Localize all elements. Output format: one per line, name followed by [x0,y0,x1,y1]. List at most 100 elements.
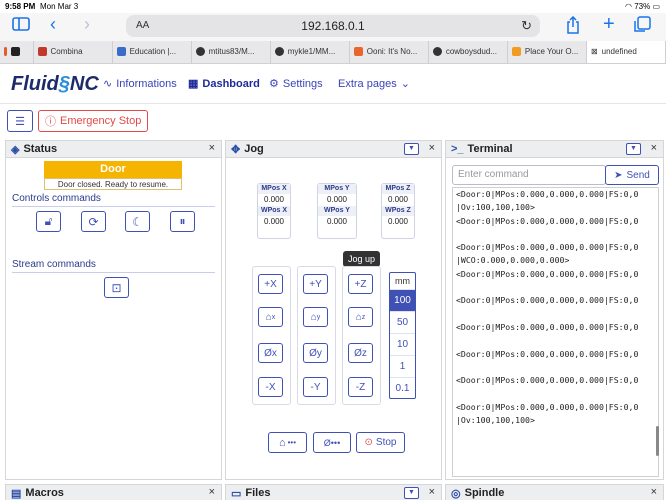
tab-label: Education |... [129,47,177,56]
home-z-button[interactable]: ⌂ z [348,307,373,327]
wifi-icon: ◠ [624,2,632,11]
tab-overview-icon[interactable] [634,16,651,38]
sleep-button[interactable]: ☾ [125,211,150,232]
jog-y-plus-button[interactable]: +Y [303,274,328,294]
panel-title: Jog [244,143,264,155]
panel-title: Spindle [464,487,505,499]
collapse-button[interactable]: ▼ [404,143,419,155]
list-icon: ☰ [15,115,25,128]
terminal-line: |WCO:0.000,0.000,0.000> [456,255,570,266]
browser-tab[interactable]: Education |... [113,41,192,63]
home-x-button[interactable]: ⌂ x [258,307,283,327]
terminal-line: <Door:0|MPos:0.000,0.000,0.000|FS:0,0 [456,348,639,359]
files-panel-header: ▭ Files ▼ × [226,485,441,500]
pause-button[interactable]: ⏸︎ [170,211,195,232]
reload-icon[interactable]: ↻ [521,18,532,34]
tab-label: mykle1/MM... [287,47,336,56]
home-all-button[interactable]: ⌂ ••• [268,432,307,453]
step-option[interactable]: 1 [390,356,415,378]
unlock-button[interactable]: 🔓︎ [36,211,61,232]
step-option[interactable]: 0.1 [390,378,415,400]
zero-z-button[interactable]: Øz [348,343,373,363]
nav-extra-pages[interactable]: Extra pages ⌄ [338,77,410,91]
date: Mon Mar 3 [40,2,79,11]
emergency-label: Emergency Stop [60,115,142,127]
jog-z-minus-button[interactable]: -Z [348,377,373,397]
send-button[interactable]: ➤ Send [605,165,659,185]
browser-tab[interactable]: Combina [34,41,113,63]
jog-x-plus-button[interactable]: +X [258,274,283,294]
chevron-down-icon: ⌄ [400,78,410,90]
alert-icon: ⓘ [45,116,56,128]
reset-button[interactable]: ⟳ [81,211,106,232]
tab-label: Ooni: It's No... [366,47,418,56]
stream-stop-button[interactable]: ⊡ [104,277,129,298]
browser-tab[interactable]: mykle1/MM... [271,41,350,63]
zero-y-button[interactable]: Øy [303,343,328,363]
forward-icon[interactable]: › [84,14,90,35]
browser-tab[interactable]: mtitus83/M... [192,41,271,63]
command-input[interactable]: Enter command [452,165,606,185]
nav-label: Informations [116,77,177,90]
panel-title: Terminal [467,143,513,155]
browser-tab-active[interactable]: ⊠ undefined [586,41,666,63]
jog-x-minus-button[interactable]: -X [258,377,283,397]
zero-all-button[interactable]: Ø••• [313,432,351,453]
files-icon: ▭ [231,487,242,500]
step-option-selected[interactable]: 100 [390,290,415,312]
close-icon[interactable]: × [429,486,435,498]
nav-label: Settings [282,77,323,90]
app-header: Fluid§NC ∿ Informations ▦ Dashboard ⚙ Setti… [0,64,666,104]
files-panel: ▭ Files ▼ × [225,484,442,500]
url-text[interactable]: 192.168.0.1 [126,19,540,33]
mpos-y-value: 0.000 [326,195,348,204]
emergency-stop-button[interactable]: ⓘ Emergency Stop [38,110,149,132]
menu-button[interactable]: ☰ [7,110,33,132]
browser-tab-strip: Combina Education |... mtitus83/M... myk… [0,41,666,64]
home-y-button[interactable]: ⌂ y [303,307,328,327]
close-tab-icon[interactable]: ⊠ [591,47,598,63]
back-icon[interactable]: ‹ [50,14,56,35]
jog-y-minus-button[interactable]: -Y [303,377,328,397]
collapse-button[interactable]: ▼ [626,143,641,155]
position-y: MPos Y 0.000 WPos Y 0.000 [317,183,357,239]
close-icon[interactable]: × [429,142,435,154]
terminal-icon: >_ [451,143,464,155]
close-icon[interactable]: × [209,486,215,498]
close-icon[interactable]: × [651,142,657,154]
new-tab-icon[interactable]: + [603,13,615,36]
nav-dashboard[interactable]: ▦ Dashboard [188,77,260,91]
browser-tab[interactable]: cowboysdud... [429,41,508,63]
move-icon: ✥ [231,143,241,156]
terminal-line: <Door:0|MPos:0.000,0.000,0.000|FS:0,0 [456,189,639,199]
close-icon[interactable]: × [209,142,215,154]
wpos-y-value: 0.000 [326,217,348,226]
spindle-panel: ◎ Spindle × [445,484,664,500]
share-icon[interactable] [566,15,580,39]
nav-informations[interactable]: ∿ Informations [103,77,177,91]
close-icon[interactable]: × [651,486,657,498]
terminal-scrollbar[interactable] [656,426,659,456]
zero-x-button[interactable]: Øx [258,343,283,363]
nav-settings[interactable]: ⚙ Settings [269,77,323,91]
step-option[interactable]: 50 [390,312,415,334]
status-panel-header: ◈ Status × [6,141,221,158]
jog-panel-header: ✥ Jog ▼ × [226,141,441,158]
position-z: MPos Z 0.000 WPos Z 0.000 [381,183,415,239]
tab-label: Place Your O... [524,47,579,56]
jog-z-plus-button[interactable]: +Z [348,274,373,294]
sidebar-toggle-icon[interactable] [12,16,30,37]
browser-tab[interactable] [0,41,34,63]
address-bar[interactable]: AA 192.168.0.1 ↻ [126,15,540,37]
stop-button[interactable]: ⊙ Stop [356,432,405,453]
terminal-panel-header: >_ Terminal ▼ × [446,141,663,158]
status-panel: ◈ Status × Door Door closed. Ready to re… [5,140,222,480]
collapse-button[interactable]: ▼ [404,487,419,499]
browser-tab[interactable]: Place Your O... [508,41,587,63]
terminal-output[interactable]: <Door:0|MPos:0.000,0.000,0.000|FS:0,0 |Ov… [452,187,659,477]
browser-tab[interactable]: Ooni: It's No... [350,41,429,63]
step-option[interactable]: 10 [390,334,415,356]
